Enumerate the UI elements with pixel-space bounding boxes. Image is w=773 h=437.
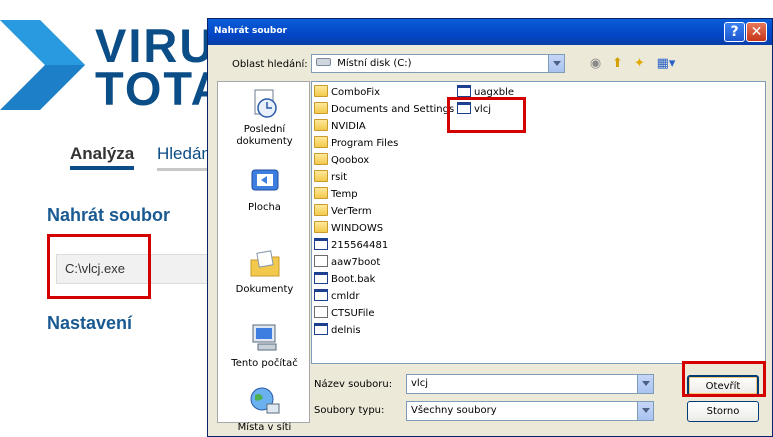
settings-heading[interactable]: Nastavení [47,313,132,334]
chevron-down-icon[interactable] [548,55,564,72]
filetype-dropdown[interactable]: Všechny soubory [406,401,654,421]
file-path-field[interactable]: C:\vlcj.exe [56,254,216,284]
executable-file-icon [314,272,328,284]
place-label: Plocha [248,202,281,213]
place-my-documents[interactable]: Dokumenty [218,248,311,296]
my-computer-icon [252,324,276,351]
list-item[interactable]: CTSUFile [314,306,375,322]
dialog-title: Nahrát soubor [214,26,287,36]
executable-file-icon [314,238,328,250]
folder-icon [314,153,328,165]
recent-documents-icon [254,89,277,118]
place-network[interactable]: Místa v síti [218,386,311,434]
executable-file-icon [314,323,328,335]
list-item[interactable]: aaw7boot [314,255,380,271]
list-item[interactable]: Temp [314,187,358,203]
help-button[interactable]: ? [724,22,745,42]
chevron-down-icon[interactable] [637,375,653,393]
place-label: Poslední dokumenty [236,124,293,147]
list-item[interactable]: Program Files [314,136,398,152]
list-item[interactable]: VerTerm [314,204,372,220]
places-bar: Poslední dokumenty Plocha Dokumenty Tent… [217,81,311,433]
chevron-down-icon[interactable] [637,402,653,420]
list-item[interactable]: uagxble [457,85,514,101]
tab-analysis[interactable]: Analýza [70,144,135,170]
filename-input[interactable]: vlcj [406,374,654,394]
my-documents-icon [250,250,279,277]
drive-icon [316,58,331,66]
filename-value: vlcj [411,378,428,389]
place-desktop[interactable]: Plocha [218,166,311,214]
list-item[interactable]: WINDOWS [314,221,383,237]
filetype-value: Všechny soubory [411,405,497,416]
list-item[interactable]: ComboFix [314,85,380,101]
place-label: Tento počítač [231,358,298,369]
up-folder-icon[interactable]: ⬆ [609,55,626,72]
tab-search-underline [157,168,212,171]
close-button[interactable]: ✕ [746,22,767,42]
list-item[interactable]: Documents and Settings [314,102,454,118]
list-item[interactable]: delnis [314,323,361,339]
back-icon[interactable]: ◉ [587,55,604,72]
list-item[interactable]: Qoobox [314,153,369,169]
list-item-selected[interactable]: vlcj [457,102,491,118]
list-item[interactable]: NVIDIA [314,119,366,135]
file-list[interactable]: ComboFix Documents and Settings NVIDIA P… [311,81,766,364]
place-recent-documents[interactable]: Poslední dokumenty [218,88,311,148]
place-label: Místa v síti [237,422,292,433]
place-label: Dokumenty [235,284,294,295]
place-my-computer[interactable]: Tento počítač [218,322,311,370]
upload-heading: Nahrát soubor [47,205,171,225]
folder-icon [314,204,328,216]
view-menu-icon[interactable]: ▦▾ [655,55,677,72]
folder-icon [314,85,328,97]
folder-icon [314,187,328,199]
network-places-icon [250,387,279,414]
list-item[interactable]: cmldr [314,289,359,305]
executable-file-icon [314,289,328,301]
desktop-icon [251,169,278,191]
lookin-dropdown[interactable]: Místní disk (C:) [311,54,565,73]
folder-icon [314,170,328,182]
new-folder-icon[interactable]: ✦ [631,55,648,72]
file-icon [314,255,328,267]
filetype-label: Soubory typu: [314,405,385,416]
filename-label: Název souboru: [314,379,393,390]
folder-icon [314,102,328,114]
list-item[interactable]: 215564481 [314,238,388,254]
lookin-value: Místní disk (C:) [337,58,412,69]
file-open-dialog: Nahrát soubor ? ✕ Oblast hledání: Místní… [207,18,773,437]
cancel-button[interactable]: Storno [687,401,759,422]
open-button[interactable]: Otevřít [687,375,759,396]
folder-icon [314,119,328,131]
list-item[interactable]: Boot.bak [314,272,375,288]
file-icon [314,306,328,318]
executable-file-icon [457,85,471,97]
tab-search[interactable]: Hledán [157,144,211,164]
list-item[interactable]: rsit [314,170,347,186]
folder-icon [314,221,328,233]
dialog-titlebar[interactable]: Nahrát soubor ? ✕ [208,19,772,45]
executable-file-icon [457,102,471,114]
folder-icon [314,136,328,148]
lookin-label: Oblast hledání: [232,59,308,70]
